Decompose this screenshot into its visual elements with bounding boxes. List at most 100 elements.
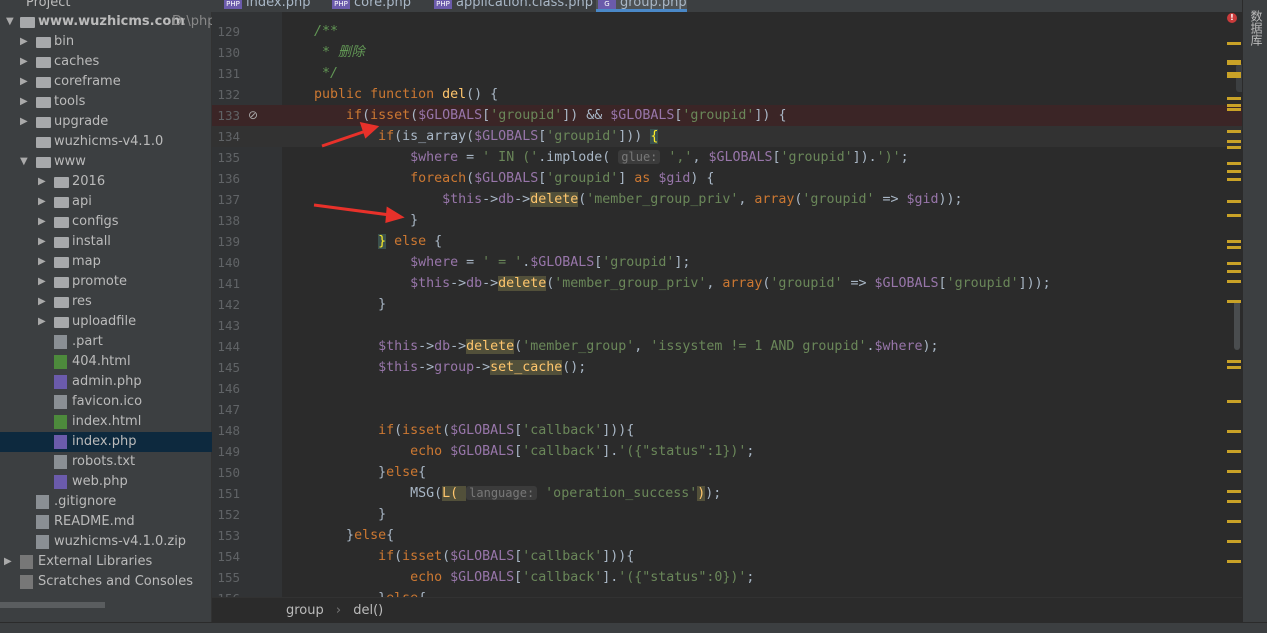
code-line[interactable]: 133 ⊘ if(isset($GLOBALS['groupid']) && $G… bbox=[212, 105, 1242, 126]
scroll-marker[interactable] bbox=[1227, 42, 1241, 45]
code-line[interactable]: 138 } bbox=[212, 210, 1242, 231]
error-indicator-icon[interactable]: ! bbox=[1227, 13, 1237, 23]
scroll-marker[interactable] bbox=[1227, 104, 1241, 107]
tree-item[interactable]: ▶ configs bbox=[0, 212, 212, 232]
code-line[interactable]: 137 $this->db->delete('member_group_priv… bbox=[212, 189, 1242, 210]
scroll-marker[interactable] bbox=[1227, 400, 1241, 403]
code-line[interactable]: 148 if(isset($GLOBALS['callback'])){ bbox=[212, 420, 1242, 441]
scroll-marker[interactable] bbox=[1227, 262, 1241, 265]
tree-item[interactable]: ▶ External Libraries bbox=[0, 552, 212, 572]
scroll-marker[interactable] bbox=[1227, 450, 1241, 453]
tree-item[interactable]: .part bbox=[0, 332, 212, 352]
code-editor[interactable]: 129 /** 130 * 删除 131 */132 public function… bbox=[212, 12, 1242, 597]
tree-item[interactable]: .gitignore bbox=[0, 492, 212, 512]
code-line[interactable]: 129 /** bbox=[212, 21, 1242, 42]
code-line[interactable]: 134 if(is_array($GLOBALS['groupid'])) { bbox=[212, 126, 1242, 147]
breadcrumb-class[interactable]: group bbox=[286, 603, 324, 618]
code-line[interactable]: 132 public function del() { bbox=[212, 84, 1242, 105]
tree-item[interactable]: ▶ tools bbox=[0, 92, 212, 112]
tree-item[interactable]: ▶ map bbox=[0, 252, 212, 272]
scroll-marker[interactable] bbox=[1227, 140, 1241, 143]
editor-tab[interactable]: PHP application.class.php bbox=[432, 0, 593, 12]
code-line[interactable]: 153 }else{ bbox=[212, 525, 1242, 546]
code-line[interactable]: 145 $this->group->set_cache(); bbox=[212, 357, 1242, 378]
horizontal-scrollbar[interactable] bbox=[0, 602, 105, 608]
chevron-down-icon[interactable]: ▼ bbox=[20, 152, 28, 172]
tree-item[interactable]: ▶ caches bbox=[0, 52, 212, 72]
scroll-marker[interactable] bbox=[1227, 430, 1241, 433]
chevron-right-icon[interactable]: ▶ bbox=[38, 232, 46, 252]
chevron-right-icon[interactable]: ▶ bbox=[38, 212, 46, 232]
editor-tab[interactable]: Ggroup.php bbox=[596, 0, 687, 12]
code-line[interactable]: 147 bbox=[212, 399, 1242, 420]
tree-item[interactable]: ▶ bin bbox=[0, 32, 212, 52]
breadcrumb-method[interactable]: del() bbox=[353, 603, 383, 618]
tree-item[interactable]: web.php bbox=[0, 472, 212, 492]
chevron-right-icon[interactable]: ▶ bbox=[20, 32, 28, 52]
chevron-down-icon[interactable]: ▼ bbox=[6, 12, 14, 32]
code-line[interactable]: 135 $where = ' IN ('.implode( glue: ',',… bbox=[212, 147, 1242, 168]
scroll-marker[interactable] bbox=[1227, 130, 1241, 133]
project-panel-title[interactable]: Project bbox=[26, 0, 70, 10]
tree-item[interactable]: admin.php bbox=[0, 372, 212, 392]
scroll-marker[interactable] bbox=[1227, 520, 1241, 523]
code-line[interactable]: 154 if(isset($GLOBALS['callback'])){ bbox=[212, 546, 1242, 567]
scroll-marker[interactable] bbox=[1227, 62, 1241, 65]
scroll-marker[interactable] bbox=[1227, 366, 1241, 369]
chevron-right-icon[interactable]: ▶ bbox=[38, 312, 46, 332]
code-line[interactable]: 151 MSG(L( language: 'operation_success'… bbox=[212, 483, 1242, 504]
tree-item[interactable]: ▶ api bbox=[0, 192, 212, 212]
chevron-right-icon[interactable]: ▶ bbox=[38, 252, 46, 272]
tree-item[interactable]: wuzhicms-v4.1.0 bbox=[0, 132, 212, 152]
code-line[interactable]: 152 } bbox=[212, 504, 1242, 525]
scroll-marker[interactable] bbox=[1227, 270, 1241, 273]
chevron-right-icon[interactable]: ▶ bbox=[38, 292, 46, 312]
tree-item[interactable]: wuzhicms-v4.1.0.zip bbox=[0, 532, 212, 552]
scroll-marker[interactable] bbox=[1227, 360, 1241, 363]
chevron-right-icon[interactable]: ▶ bbox=[20, 112, 28, 132]
code-line[interactable]: 144 $this->db->delete('member_group', 'i… bbox=[212, 336, 1242, 357]
code-line[interactable]: 130 * 删除 bbox=[212, 42, 1242, 63]
scroll-marker[interactable] bbox=[1227, 200, 1241, 203]
chevron-right-icon[interactable]: ▶ bbox=[38, 272, 46, 292]
tree-item[interactable]: favicon.ico bbox=[0, 392, 212, 412]
scroll-marker[interactable] bbox=[1227, 170, 1241, 173]
tree-item[interactable]: ▶ uploadfile bbox=[0, 312, 212, 332]
tree-item[interactable]: README.md bbox=[0, 512, 212, 532]
scroll-marker[interactable] bbox=[1227, 162, 1241, 165]
database-panel-button[interactable]: 数据库 bbox=[1248, 10, 1265, 46]
scroll-marker[interactable] bbox=[1227, 214, 1241, 217]
chevron-right-icon[interactable]: ▶ bbox=[20, 92, 28, 112]
code-line[interactable]: 143 bbox=[212, 315, 1242, 336]
scroll-marker[interactable] bbox=[1227, 560, 1241, 563]
code-line[interactable]: 140 $where = ' = '.$GLOBALS['groupid']; bbox=[212, 252, 1242, 273]
editor-tab[interactable]: PHP core.php bbox=[330, 0, 411, 12]
scroll-marker[interactable] bbox=[1227, 240, 1241, 243]
scroll-marker[interactable] bbox=[1227, 146, 1241, 149]
code-line[interactable]: 146 bbox=[212, 378, 1242, 399]
scroll-marker[interactable] bbox=[1227, 280, 1241, 283]
scroll-marker[interactable] bbox=[1227, 500, 1241, 503]
tree-item[interactable]: index.php bbox=[0, 432, 212, 452]
tree-root[interactable]: ▼ www.wuzhicms.com D:\phps bbox=[0, 12, 222, 32]
tree-item[interactable]: ▶ promote bbox=[0, 272, 212, 292]
tree-item[interactable]: robots.txt bbox=[0, 452, 212, 472]
tree-item[interactable]: Scratches and Consoles bbox=[0, 572, 212, 592]
breakpoint-disabled-icon[interactable]: ⊘ bbox=[248, 105, 258, 126]
tree-item[interactable]: ▶ coreframe bbox=[0, 72, 212, 92]
tree-item[interactable]: ▶ install bbox=[0, 232, 212, 252]
code-line[interactable]: 136 foreach($GLOBALS['groupid'] as $gid)… bbox=[212, 168, 1242, 189]
scroll-marker[interactable] bbox=[1227, 300, 1241, 303]
scroll-marker[interactable] bbox=[1227, 246, 1241, 249]
code-line[interactable]: 141 $this->db->delete('member_group_priv… bbox=[212, 273, 1242, 294]
tree-item[interactable]: index.html bbox=[0, 412, 212, 432]
tree-item[interactable]: ▼ www bbox=[0, 152, 212, 172]
editor-tab[interactable]: PHP index.php bbox=[222, 0, 310, 12]
chevron-right-icon[interactable]: ▶ bbox=[38, 172, 46, 192]
chevron-right-icon[interactable]: ▶ bbox=[20, 72, 28, 92]
code-line[interactable]: 156 }else{ bbox=[212, 588, 1242, 597]
code-line[interactable]: 150 }else{ bbox=[212, 462, 1242, 483]
chevron-right-icon[interactable]: ▶ bbox=[4, 552, 12, 572]
scroll-marker[interactable] bbox=[1227, 178, 1241, 181]
tree-item[interactable]: 404.html bbox=[0, 352, 212, 372]
